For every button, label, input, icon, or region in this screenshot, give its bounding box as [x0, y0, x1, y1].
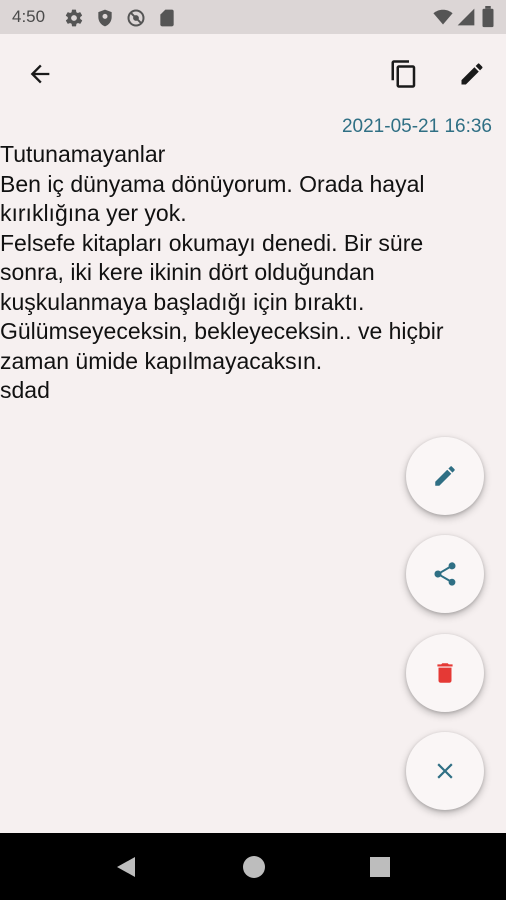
edit-button[interactable] — [450, 52, 494, 96]
nav-recents-button[interactable] — [366, 853, 394, 881]
sd-card-icon — [157, 8, 177, 33]
nav-back-button[interactable] — [112, 853, 140, 881]
note-timestamp: 2021-05-21 16:36 — [341, 116, 492, 137]
arrow-back-icon — [30, 64, 50, 84]
edit-icon — [435, 466, 455, 486]
wifi-icon — [432, 7, 454, 32]
copy-button[interactable] — [382, 52, 426, 96]
note-line: zaman ümide kapılmayacaksın. — [0, 347, 323, 374]
back-button[interactable] — [18, 52, 62, 96]
status-time: 4:50 — [12, 7, 46, 26]
note-line: Ben iç dünyama dönüyorum. Orada hayal — [0, 170, 425, 197]
settings-gear-icon — [64, 8, 84, 33]
edit-pencil-icon — [461, 63, 483, 85]
copy-icon — [391, 60, 416, 88]
delete-icon — [437, 663, 453, 683]
no-sync-icon — [126, 8, 146, 33]
share-icon — [434, 562, 456, 586]
fab-delete-button[interactable] — [406, 634, 484, 712]
app-bar — [0, 34, 506, 114]
back-triangle-icon — [117, 857, 135, 877]
shield-icon — [95, 8, 115, 33]
close-icon — [437, 763, 453, 779]
system-nav-bar — [0, 833, 506, 900]
note-line: Felsefe kitapları okumayı denedi. Bir sü… — [0, 229, 424, 256]
note-line: sonra, iki kere ikinin dört olduğundan — [0, 259, 375, 285]
note-line: Gülümseyeceksin, bekleyeceksin.. ve hiçb… — [0, 318, 444, 344]
note-line: sdad — [0, 377, 50, 403]
note-content[interactable]: Tutunamayanlar Ben iç dünyama dönüyorum.… — [0, 140, 500, 406]
home-circle-icon — [243, 856, 265, 878]
fab-edit-button[interactable] — [406, 437, 484, 515]
status-bar: 4:50 — [0, 0, 506, 34]
fab-close-button[interactable] — [406, 732, 484, 810]
note-title: Tutunamayanlar — [0, 141, 166, 167]
note-line: kırıklığına yer yok. — [0, 200, 187, 226]
recents-square-icon — [370, 857, 390, 877]
nav-home-button[interactable] — [240, 853, 268, 881]
note-line: kuşkulanmaya başladığı için bıraktı. — [0, 288, 365, 315]
cellular-signal-icon — [456, 7, 476, 32]
fab-share-button[interactable] — [406, 535, 484, 613]
battery-icon — [481, 6, 495, 33]
